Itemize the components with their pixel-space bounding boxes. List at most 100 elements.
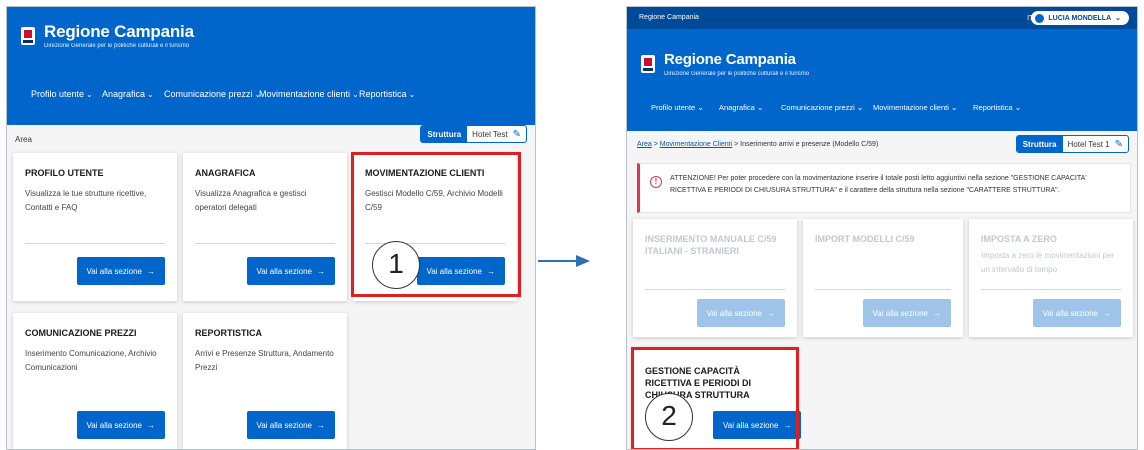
nav-reportistica[interactable]: Reportistica ⌄ (359, 89, 415, 99)
breadcrumb-section[interactable]: Movimentazione Clienti (660, 141, 732, 148)
nav-label: Reportistica (359, 89, 407, 99)
brand[interactable]: Regione Campania Direzione Generale per … (641, 51, 809, 77)
button-label: Vai alla sezione (256, 420, 312, 430)
structure-value: Hotel Test 1 (1067, 139, 1110, 149)
user-menu[interactable]: LUCIA MONDELLA ⌄ (1031, 11, 1129, 25)
nav-comunicazione-prezzi[interactable]: Comunicazione prezzi ⌄ (164, 89, 261, 99)
nav-reportistica[interactable]: Reportistica ⌄ (973, 103, 1021, 112)
nav-anagrafica[interactable]: Anagrafica ⌄ (719, 103, 781, 112)
breadcrumb-separator: > (653, 141, 658, 148)
arrow-right-icon: → (1103, 308, 1111, 318)
pencil-icon[interactable]: ✎ (513, 126, 526, 142)
nav-label: Anagrafica (719, 103, 755, 112)
chevron-down-icon: ⌄ (856, 103, 864, 112)
button-label: Vai alla sezione (1042, 308, 1098, 318)
go-to-section-button[interactable]: Vai alla sezione → (246, 257, 335, 285)
nav-label: Profilo utente (651, 103, 696, 112)
card-anagrafica: ANAGRAFICA Visualizza Anagrafica e gesti… (183, 153, 347, 301)
breadcrumb-area[interactable]: Area (637, 141, 652, 148)
go-to-section-button[interactable]: Vai alla sezione → (696, 299, 785, 327)
nav-profilo-utente[interactable]: Profilo utente ⌄ (31, 89, 102, 99)
button-label: Vai alla sezione (86, 420, 142, 430)
main-nav: Profilo utente ⌄ Anagrafica ⌄ Comunicazion… (651, 103, 1021, 112)
card-inserimento-manuale: INSERIMENTO MANUALE C/59 ITALIANI - STRA… (633, 219, 797, 337)
nav-label: Profilo utente (31, 89, 85, 99)
divider (981, 289, 1121, 290)
user-name: LUCIA MONDELLA (1048, 14, 1112, 22)
card-description: Arrivi e Presenze Struttura, Andamento P… (195, 349, 334, 372)
brand-subtitle: Direzione Generale per le politiche cult… (44, 43, 190, 49)
nav-movimentazione-clienti[interactable]: Movimentazione clienti ⌄ (259, 89, 359, 99)
arrow-right-icon: → (767, 308, 775, 318)
card-title: COMUNICAZIONE PREZZI (25, 328, 137, 338)
button-label: Vai alla sezione (706, 308, 762, 318)
user-icon (1035, 13, 1045, 23)
structure-label: Struttura (1016, 136, 1063, 152)
go-to-section-button[interactable]: Vai alla sezione → (76, 411, 165, 439)
chevron-down-icon: ⌄ (86, 89, 93, 99)
nav-movimentazione-clienti[interactable]: Movimentazione clienti ⌄ (873, 103, 973, 112)
structure-switch[interactable]: Struttura Hotel Test 1 ✎ (1015, 135, 1129, 153)
chevron-down-icon: ⌄ (147, 89, 154, 99)
card-profilo-utente: PROFILO UTENTE Visualizza le tue struttu… (13, 153, 177, 301)
nav-anagrafica[interactable]: Anagrafica ⌄ (102, 89, 164, 99)
button-label: Vai alla sezione (86, 266, 142, 276)
header: Regione Campania IT ⌄ LUCIA MONDELLA ⌄ R… (627, 7, 1137, 131)
warning-alert: ! ATTENZIONE! Per poter procedere con la… (637, 163, 1131, 213)
divider (195, 243, 335, 244)
card-description: Visualizza Anagrafica e gestisci operato… (195, 189, 307, 212)
card-reportistica: REPORTISTICA Arrivi e Presenze Struttura… (183, 313, 347, 449)
card-import-modelli: IMPORT MODELLI C/59 Vai alla sezione → (803, 219, 963, 337)
chevron-down-icon: ⌄ (950, 103, 958, 112)
go-to-section-button[interactable]: Vai alla sezione → (76, 257, 165, 285)
breadcrumb: Area (15, 135, 32, 144)
chevron-down-icon: ⌄ (1115, 15, 1121, 22)
nav-label: Anagrafica (102, 89, 146, 99)
pencil-icon[interactable]: ✎ (1115, 136, 1128, 152)
chevron-down-icon: ⌄ (352, 89, 359, 99)
go-to-section-button[interactable]: Vai alla sezione → (1032, 299, 1121, 327)
divider (25, 243, 165, 244)
card-description: Imposta a zero le movimentazioni per un … (981, 251, 1114, 274)
structure-value: Hotel Test (472, 129, 508, 139)
nav-label: Comunicazione prezzi (164, 89, 253, 99)
card-description: Visualizza le tue strutture ricettive, C… (25, 189, 147, 212)
structure-label: Struttura (421, 126, 468, 142)
region-crest-icon (641, 55, 655, 73)
main-nav: Profilo utente ⌄ Anagrafica ⌄ Comunicazion… (31, 89, 415, 99)
alert-text: ATTENZIONE! Per poter procedere con la m… (670, 175, 1087, 194)
nav-label: Comunicazione prezzi (781, 103, 855, 112)
structure-switch[interactable]: Struttura Hotel Test ✎ (420, 125, 527, 143)
nav-comunicazione-prezzi[interactable]: Comunicazione prezzi ⌄ (781, 103, 873, 112)
chevron-down-icon: ⌄ (756, 103, 764, 112)
header: Regione Campania Direzione Generale per … (7, 7, 535, 125)
nav-profilo-utente[interactable]: Profilo utente ⌄ (651, 103, 719, 112)
card-comunicazione-prezzi: COMUNICAZIONE PREZZI Inserimento Comunic… (13, 313, 177, 449)
chevron-down-icon: ⌄ (408, 89, 416, 99)
button-label: Vai alla sezione (872, 308, 928, 318)
card-imposta-a-zero: IMPOSTA A ZERO Imposta a zero le movimen… (969, 219, 1133, 337)
region-crest-icon (21, 27, 35, 45)
brand[interactable]: Regione Campania Direzione Generale per … (21, 23, 194, 49)
brand-name: Regione Campania (44, 22, 194, 41)
card-description: Inserimento Comunicazione, Archivio Comu… (25, 349, 157, 372)
divider (645, 289, 785, 290)
step-number-badge: 2 (645, 393, 693, 441)
left-screenshot: Regione Campania Direzione Generale per … (6, 6, 536, 450)
arrow-right-icon: → (933, 308, 941, 318)
breadcrumb-separator: > (734, 141, 739, 148)
breadcrumb-current: Inserimento arrivi e presenze (Modello C… (740, 141, 879, 148)
chevron-down-icon: ⌄ (697, 103, 704, 112)
card-title: REPORTISTICA (195, 328, 263, 338)
nav-label: Movimentazione clienti (873, 103, 949, 112)
go-to-section-button[interactable]: Vai alla sezione → (246, 411, 335, 439)
card-title: INSERIMENTO MANUALE C/59 ITALIANI - STRA… (645, 234, 777, 256)
card-title: IMPORT MODELLI C/59 (815, 234, 915, 244)
card-title: IMPOSTA A ZERO (981, 234, 1057, 244)
breadcrumb: Area > Movimentazione Clienti > Inserime… (637, 141, 878, 148)
step-number-badge: 1 (372, 241, 420, 289)
arrow-right-icon: → (317, 266, 325, 276)
region-link[interactable]: Regione Campania (639, 14, 699, 21)
button-label: Vai alla sezione (256, 266, 312, 276)
go-to-section-button[interactable]: Vai alla sezione → (862, 299, 951, 327)
